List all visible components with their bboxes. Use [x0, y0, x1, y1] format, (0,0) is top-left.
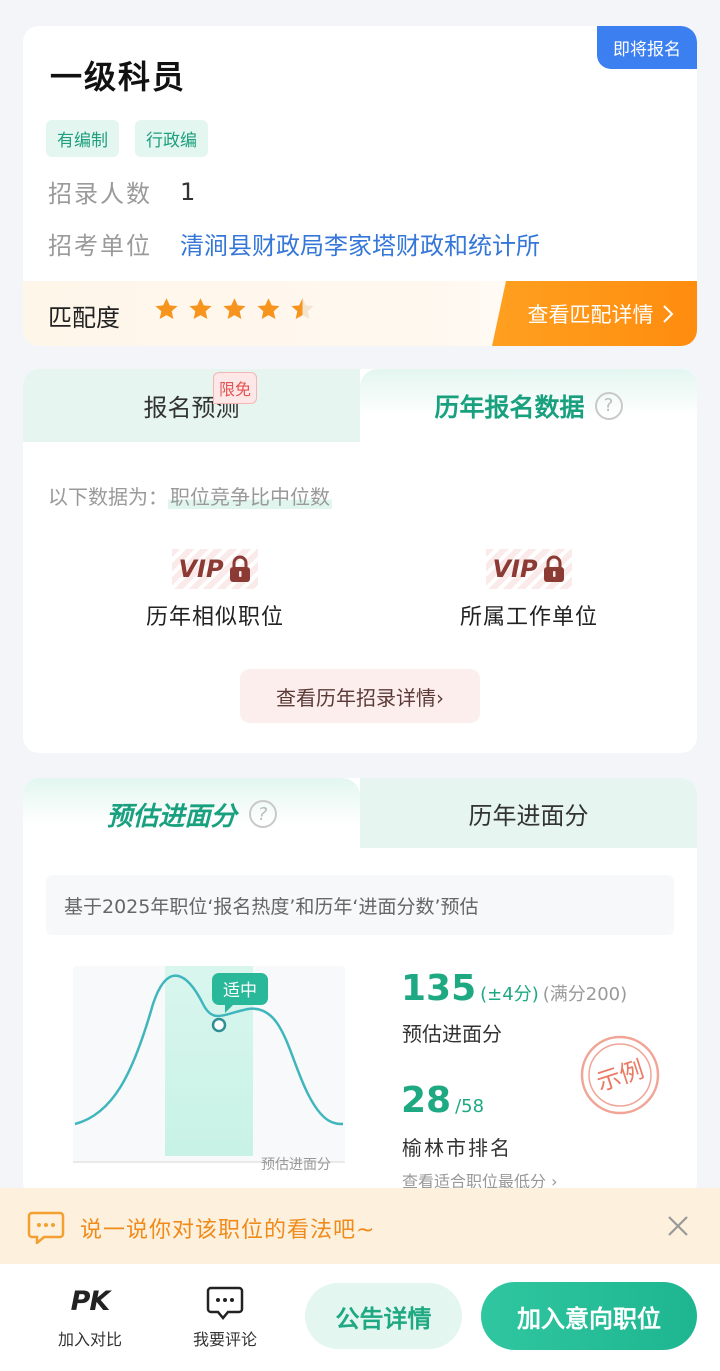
lock-icon: [543, 555, 564, 582]
chart-x-label: 预估进面分: [261, 1157, 331, 1173]
tag-establishment: 有编制: [46, 120, 119, 157]
rank-label: 榆林市排名: [402, 1136, 512, 1160]
vip-text: VIP: [178, 555, 224, 583]
moderate-badge-text: 适中: [223, 981, 257, 1001]
match-label: 匹配度: [48, 304, 120, 332]
compare-label: 加入对比: [58, 1330, 123, 1349]
write-comment-button[interactable]: 我要评论: [193, 1286, 257, 1350]
tab-estimate-score-label: 预估进面分: [106, 801, 237, 832]
data-description-prefix: 以下数据为：: [48, 485, 168, 509]
estimate-score-label: 预估进面分: [402, 1022, 502, 1046]
comment-prompt-bar[interactable]: 说一说你对该职位的看法吧~: [0, 1188, 720, 1264]
signup-data-card: 报名预测 限免 历年报名数据 ? 以下数据为： 职位竞争比中位数 VIP 历年相似…: [23, 369, 697, 753]
city-rank: 28 /58: [401, 1080, 484, 1121]
match-detail-label: 查看匹配详情: [527, 302, 654, 327]
data-description: 以下数据为： 职位竞争比中位数: [48, 481, 332, 510]
match-stars: [153, 296, 316, 323]
estimate-basis: 基于2025年职位‘报名热度’和历年‘进面分数’预估: [46, 875, 674, 935]
chat-bubble-icon: [27, 1211, 65, 1244]
sample-stamp-icon: 示例: [580, 1035, 660, 1115]
vip-badge: VIP: [486, 549, 572, 589]
help-icon[interactable]: ?: [594, 391, 623, 420]
vip-badge: VIP: [172, 549, 258, 589]
pk-icon: PK: [70, 1286, 111, 1317]
current-position-marker: [211, 1017, 227, 1033]
comment-icon: [206, 1286, 244, 1320]
estimate-score-range: (±4分): [480, 984, 539, 1005]
view-history-button[interactable]: 查看历年招录详情›: [240, 669, 480, 723]
notice-detail-button[interactable]: 公告详情: [305, 1283, 462, 1349]
distribution-curve: 适中: [73, 966, 345, 1163]
vip-similar-positions[interactable]: VIP 历年相似职位: [105, 549, 325, 631]
limited-free-badge: 限免: [213, 372, 258, 404]
tab-history-signup-label: 历年报名数据: [434, 392, 585, 422]
vip-work-unit-label: 所属工作单位: [459, 605, 598, 630]
chevron-right-icon: [662, 304, 673, 323]
status-badge: 即将报名: [597, 26, 697, 69]
recruit-count-row: 招录人数 1: [48, 174, 195, 209]
job-title: 一级科员: [50, 58, 187, 96]
unit-link[interactable]: 清涧县财政局李家塔财政和统计所: [180, 226, 540, 261]
help-icon[interactable]: ?: [248, 800, 277, 828]
data-description-highlight: 职位竞争比中位数: [168, 485, 332, 509]
estimate-score-value: 135: [401, 968, 477, 1009]
rank-value: 28: [401, 1080, 452, 1121]
close-icon[interactable]: [665, 1213, 691, 1239]
bottom-action-bar: PK 加入对比 我要评论 公告详情 加入意向职位: [0, 1264, 720, 1371]
unit-label: 招考单位: [48, 232, 152, 260]
lock-icon: [229, 555, 250, 582]
star-icon: [257, 298, 280, 319]
job-tags: 有编制 行政编: [46, 120, 208, 157]
rank-total: /58: [455, 1096, 485, 1117]
job-info-card: 即将报名 一级科员 有编制 行政编 招录人数 1 招考单位 清涧县财政局李家塔财…: [23, 26, 697, 346]
vip-work-unit[interactable]: VIP 所属工作单位: [419, 549, 639, 631]
tab-history-score-label: 历年进面分: [468, 801, 589, 830]
score-estimate-card: 预估进面分 ? 历年进面分 基于2025年职位‘报名热度’和历年‘进面分数’预估…: [23, 778, 697, 1198]
tag-admin: 行政编: [135, 120, 208, 157]
recruit-count-value: 1: [180, 177, 196, 206]
tab-history-signup[interactable]: 历年报名数据 ?: [360, 369, 697, 442]
vip-text: VIP: [492, 555, 538, 583]
add-intended-position-button[interactable]: 加入意向职位: [481, 1282, 697, 1350]
match-detail-button[interactable]: 查看匹配详情: [492, 281, 697, 346]
vip-similar-positions-label: 历年相似职位: [145, 605, 284, 630]
recruit-count-label: 招录人数: [48, 180, 152, 208]
star-icon: [223, 298, 246, 319]
tab-history-score[interactable]: 历年进面分: [360, 778, 697, 848]
tab-signup-predict[interactable]: 报名预测: [23, 369, 360, 442]
tab-estimate-score[interactable]: 预估进面分 ?: [23, 778, 360, 850]
unit-row: 招考单位 清涧县财政局李家塔财政和统计所: [48, 226, 540, 261]
match-bar: 匹配度 查看匹配详情: [23, 281, 697, 346]
compare-button[interactable]: PK 加入对比: [58, 1286, 122, 1350]
score-distribution-chart: 适中 预估进面分: [73, 964, 345, 1179]
estimate-score-full: (满分200): [542, 984, 628, 1005]
star-icon: [189, 298, 212, 319]
stamp-text: 示例: [593, 1055, 647, 1096]
comment-prompt-text: 说一说你对该职位的看法吧~: [80, 1218, 376, 1243]
comment-label: 我要评论: [193, 1330, 258, 1349]
half-star-icon: [291, 298, 314, 319]
star-icon: [155, 298, 178, 319]
estimate-score: 135 (±4分) (满分200): [401, 968, 627, 1009]
